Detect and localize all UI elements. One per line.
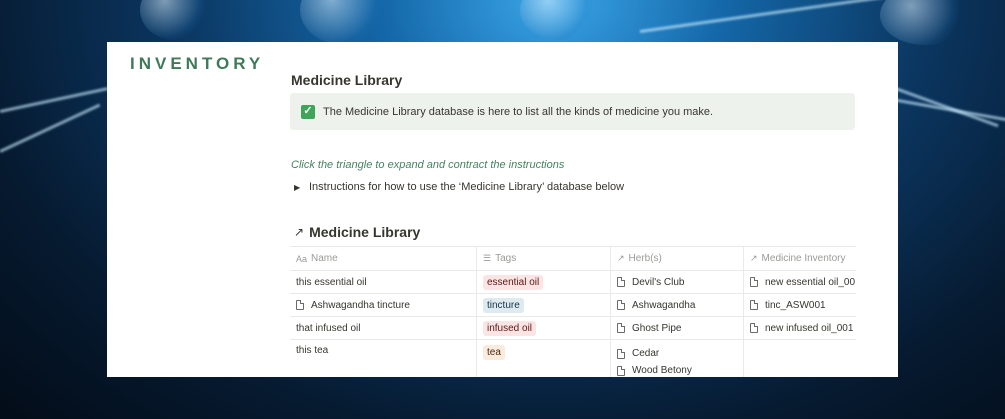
tags-cell[interactable]: tincture [477, 294, 611, 316]
text-property-icon: Aa [296, 253, 308, 264]
list-property-icon: ☰ [483, 253, 492, 263]
callout: ✓ The Medicine Library database is here … [290, 93, 855, 130]
inventory-link[interactable]: tinc_ASW001 [750, 297, 826, 314]
herbs-cell[interactable]: Ashwagandha [611, 294, 744, 316]
herbs-cell[interactable]: Ghost Pipe [611, 317, 744, 339]
tags-cell[interactable]: essential oil [477, 271, 611, 293]
instructions-hint: Click the triangle to expand and contrac… [291, 159, 565, 171]
table-row[interactable]: Ashwagandha tincture tincture Ashwagandh… [290, 294, 856, 317]
page-icon [617, 300, 625, 310]
tags-cell[interactable]: tea [477, 340, 611, 377]
inventory-cell[interactable]: new infused oil_001 [744, 317, 856, 339]
herb-link[interactable]: Ghost Pipe [617, 320, 681, 337]
column-header-name[interactable]: Aa Name [290, 247, 477, 270]
tags-cell[interactable]: infused oil [477, 317, 611, 339]
relation-arrow-icon: ↗ [750, 253, 758, 263]
disco-orb [140, 0, 210, 40]
page-icon [617, 348, 625, 359]
database-table: Aa Name ☰ Tags ↗ Herb(s) ↗ Medicine Inventor… [290, 246, 856, 377]
brand-title: INVENTORY [130, 54, 265, 73]
herb-link[interactable]: Wood Betony [617, 362, 737, 377]
column-header-tags[interactable]: ☰ Tags [477, 247, 611, 270]
tag-badge: tea [483, 345, 505, 360]
disco-orb [300, 0, 390, 45]
tag-badge: tincture [483, 297, 524, 313]
name-cell[interactable]: Ashwagandha tincture [290, 294, 477, 316]
herb-link[interactable]: Ashwagandha [617, 297, 695, 314]
herb-link[interactable]: Cedar [617, 345, 737, 362]
disco-orb [880, 0, 970, 45]
column-header-herbs[interactable]: ↗ Herb(s) [611, 247, 744, 270]
page-icon [617, 323, 625, 333]
check-icon: ✓ [301, 104, 315, 119]
page-title: Medicine Library [291, 72, 403, 88]
page-icon [750, 277, 758, 287]
inventory-cell[interactable]: tinc_ASW001 [744, 294, 856, 316]
table-row[interactable]: this tea tea Cedar Wood Betony [290, 340, 856, 377]
tag-badge: infused oil [483, 320, 537, 336]
herbs-cell[interactable]: Cedar Wood Betony [611, 340, 744, 377]
inventory-cell[interactable]: new essential oil_00 [744, 271, 856, 293]
database-title-text[interactable]: Medicine Library [309, 224, 420, 240]
tag-badge: essential oil [483, 274, 544, 290]
page-icon [296, 300, 304, 310]
inventory-link[interactable]: new essential oil_00 [750, 274, 855, 291]
table-row[interactable]: this essential oil essential oil Devil's… [290, 271, 856, 294]
page-icon [617, 365, 625, 376]
herb-link[interactable]: Devil's Club [617, 274, 684, 291]
callout-text: The Medicine Library database is here to… [323, 105, 714, 118]
instructions-toggle[interactable]: ▶ Instructions for how to use the ‘Medic… [294, 181, 624, 193]
triangle-right-icon[interactable]: ▶ [294, 183, 304, 192]
light-beam [889, 85, 999, 128]
toggle-label[interactable]: Instructions for how to use the ‘Medicin… [309, 181, 624, 193]
inventory-cell[interactable] [744, 340, 856, 377]
link-arrow-icon: ↗ [294, 225, 305, 239]
column-header-inventory[interactable]: ↗ Medicine Inventory [744, 247, 856, 270]
table-row[interactable]: that infused oil infused oil Ghost Pipe … [290, 317, 856, 340]
name-cell[interactable]: that infused oil [290, 317, 477, 339]
relation-arrow-icon: ↗ [617, 253, 625, 263]
inventory-link[interactable]: new infused oil_001 [750, 320, 853, 337]
page-icon [750, 323, 758, 333]
page-icon [617, 277, 625, 287]
table-header: Aa Name ☰ Tags ↗ Herb(s) ↗ Medicine Inventor… [290, 247, 856, 271]
herbs-cell[interactable]: Devil's Club [611, 271, 744, 293]
disco-orb [520, 0, 600, 40]
name-cell[interactable]: this essential oil [290, 271, 477, 293]
light-beam [0, 103, 101, 153]
notion-page: INVENTORY Medicine Library ✓ The Medicin… [107, 42, 898, 377]
name-cell[interactable]: this tea [290, 340, 477, 377]
database-title[interactable]: ↗ Medicine Library [294, 224, 420, 240]
page-icon [750, 300, 758, 310]
